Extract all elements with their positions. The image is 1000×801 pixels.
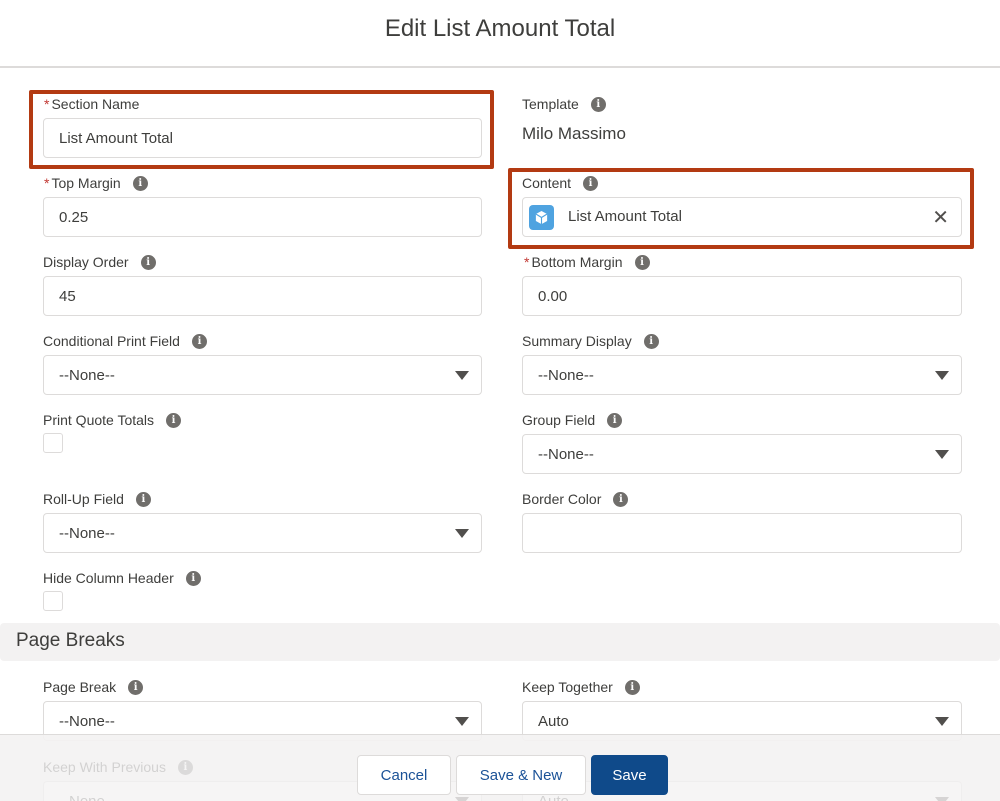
summary-display-label: Summary Display i [522, 333, 659, 349]
keep-with-previous-label-text: Keep With Previous [43, 759, 166, 775]
content-lookup[interactable]: List Amount Total ✕ [522, 197, 962, 237]
chevron-down-icon [455, 717, 469, 726]
cube-icon [529, 205, 554, 230]
conditional-print-field-label: Conditional Print Field i [43, 333, 207, 349]
required-marker: * [44, 175, 50, 191]
info-icon: i [177, 759, 193, 775]
hide-column-header-checkbox[interactable] [43, 591, 63, 611]
hidden-right-select: Auto [522, 781, 962, 801]
chevron-down-icon [455, 797, 469, 801]
info-icon[interactable]: i [191, 333, 207, 349]
section-name-value: List Amount Total [59, 129, 173, 147]
info-icon[interactable]: i [583, 175, 599, 191]
page-breaks-heading: Page Breaks [16, 630, 125, 651]
page-break-label: Page Break i [43, 679, 144, 695]
display-order-label: Display Order i [43, 254, 156, 270]
roll-up-field-select[interactable]: --None-- [43, 513, 482, 553]
chevron-down-icon [935, 371, 949, 380]
keep-together-value: Auto [538, 712, 569, 730]
info-icon[interactable]: i [128, 679, 144, 695]
info-icon[interactable]: i [590, 96, 606, 112]
info-icon[interactable]: i [166, 412, 182, 428]
required-marker: * [44, 96, 50, 112]
page-breaks-section-header[interactable]: Page Breaks [0, 623, 1000, 661]
chevron-down-icon [935, 450, 949, 459]
bottom-margin-label: * Bottom Margin i [524, 254, 650, 270]
summary-display-label-text: Summary Display [522, 333, 632, 349]
keep-with-previous-value: --None-- [59, 792, 115, 801]
conditional-print-field-select[interactable]: --None-- [43, 355, 482, 395]
group-field-value: --None-- [538, 445, 594, 463]
chevron-down-icon [935, 717, 949, 726]
group-field-select[interactable]: --None-- [522, 434, 962, 474]
modal-title: Edit List Amount Total [384, 15, 616, 42]
hide-column-header-label-text: Hide Column Header [43, 570, 174, 586]
chevron-down-icon [455, 371, 469, 380]
hide-column-header-label: Hide Column Header i [43, 570, 201, 586]
border-color-input[interactable] [522, 513, 962, 553]
content-label-text: Content [522, 175, 572, 191]
modal-footer: Keep With Previous i --None-- Auto Cance… [0, 734, 1000, 801]
print-quote-totals-checkbox[interactable] [43, 433, 63, 453]
info-icon[interactable]: i [135, 491, 151, 507]
info-icon[interactable]: i [613, 491, 629, 507]
summary-display-value: --None-- [538, 366, 594, 384]
conditional-print-field-value: --None-- [59, 366, 115, 384]
page-break-label-text: Page Break [43, 679, 117, 695]
conditional-print-field-label-text: Conditional Print Field [43, 333, 180, 349]
save-button[interactable]: Save [591, 755, 668, 795]
section-name-label-text: Section Name [51, 96, 140, 112]
print-quote-totals-label-text: Print Quote Totals [43, 412, 155, 428]
roll-up-field-label: Roll-Up Field i [43, 491, 151, 507]
chevron-down-icon [935, 797, 949, 801]
top-margin-label-text: Top Margin [51, 175, 121, 191]
border-color-label-text: Border Color [522, 491, 602, 507]
bottom-margin-label-text: Bottom Margin [531, 254, 623, 270]
top-margin-label: * Top Margin i [44, 175, 148, 191]
group-field-label: Group Field i [522, 412, 623, 428]
cancel-button[interactable]: Cancel [357, 755, 451, 795]
page-break-value: --None-- [59, 712, 115, 730]
keep-together-label-text: Keep Together [522, 679, 613, 695]
info-icon[interactable]: i [624, 679, 640, 695]
info-icon[interactable]: i [634, 254, 650, 270]
roll-up-field-label-text: Roll-Up Field [43, 491, 124, 507]
template-value: Milo Massimo [522, 124, 626, 143]
top-margin-value: 0.25 [59, 208, 89, 226]
content-label: Content i [522, 175, 599, 191]
section-name-input[interactable]: List Amount Total [43, 118, 482, 158]
required-marker: * [524, 254, 530, 270]
chevron-down-icon [455, 529, 469, 538]
template-label: Template i [522, 96, 606, 112]
border-color-label: Border Color i [522, 491, 629, 507]
keep-together-label: Keep Together i [522, 679, 640, 695]
bottom-margin-value: 0.00 [538, 287, 568, 305]
clear-selection-icon[interactable]: ✕ [932, 205, 949, 230]
save-and-new-button[interactable]: Save & New [456, 755, 586, 795]
info-icon[interactable]: i [132, 175, 148, 191]
info-icon[interactable]: i [607, 412, 623, 428]
keep-with-previous-label: Keep With Previous i [43, 759, 193, 775]
section-name-label: * Section Name [44, 96, 139, 112]
print-quote-totals-label: Print Quote Totals i [43, 412, 182, 428]
display-order-value: 45 [59, 287, 76, 305]
top-margin-input[interactable]: 0.25 [43, 197, 482, 237]
content-value: List Amount Total [568, 208, 682, 225]
roll-up-field-value: --None-- [59, 524, 115, 542]
info-icon[interactable]: i [185, 570, 201, 586]
template-label-text: Template [522, 96, 579, 112]
info-icon[interactable]: i [643, 333, 659, 349]
info-icon[interactable]: i [140, 254, 156, 270]
summary-display-select[interactable]: --None-- [522, 355, 962, 395]
group-field-label-text: Group Field [522, 412, 596, 428]
modal-header: Edit List Amount Total [0, 0, 1000, 68]
display-order-label-text: Display Order [43, 254, 129, 270]
display-order-input[interactable]: 45 [43, 276, 482, 316]
bottom-margin-input[interactable]: 0.00 [522, 276, 962, 316]
